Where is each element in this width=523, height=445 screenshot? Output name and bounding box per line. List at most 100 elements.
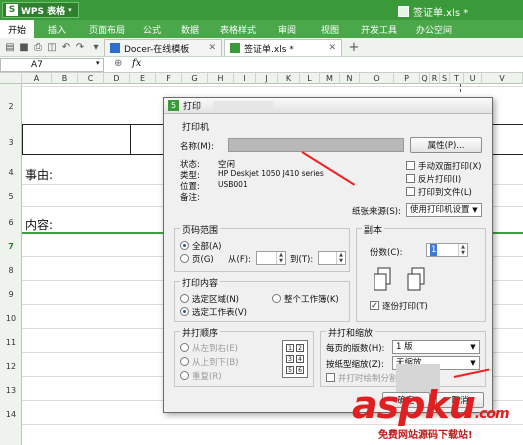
print-icon[interactable]: ⎙ xyxy=(32,41,44,53)
tab-docer[interactable]: Docer-在线模板 ✕ xyxy=(104,39,222,56)
column-header[interactable]: F xyxy=(156,73,182,84)
page-to-label: 到(T): xyxy=(290,255,314,265)
column-header[interactable]: U xyxy=(464,73,482,84)
close-icon[interactable]: ✕ xyxy=(328,43,336,53)
print-to-file-checkbox[interactable] xyxy=(406,187,415,196)
column-header[interactable]: Q xyxy=(420,73,430,84)
print-workbook-radio[interactable] xyxy=(272,294,281,303)
pages-per-sheet-select[interactable]: 1 版 ▼ xyxy=(392,340,480,354)
menu-start[interactable]: 开始 xyxy=(0,20,34,38)
row-header-selected[interactable]: 7 xyxy=(0,242,22,251)
page-from-label: 从(F): xyxy=(228,255,251,265)
save-icon[interactable]: ■ xyxy=(18,41,30,53)
row-header[interactable]: 12 xyxy=(0,362,22,371)
window-title: 签证单.xls * xyxy=(398,4,468,19)
row-header[interactable]: 4 xyxy=(0,168,22,177)
menu-developer[interactable]: 开发工具 xyxy=(352,20,406,38)
column-header[interactable]: A xyxy=(22,73,52,84)
redo-icon[interactable]: ↷ xyxy=(74,41,86,53)
order-preview-cell: 3 xyxy=(286,355,294,363)
fx-icon[interactable]: fx xyxy=(132,58,141,69)
print-selection-radio[interactable] xyxy=(180,294,189,303)
order-left-to-right-radio[interactable] xyxy=(180,343,189,352)
order-top-to-bottom-radio[interactable] xyxy=(180,357,189,366)
app-menu-button[interactable]: S WPS 表格 ▾ xyxy=(2,2,79,18)
order-repeat-radio[interactable] xyxy=(180,371,189,380)
printer-properties-button[interactable]: 属性(P)... xyxy=(410,137,482,153)
row-header[interactable]: 8 xyxy=(0,266,22,275)
manual-duplex-checkbox[interactable] xyxy=(406,161,415,170)
scale-to-paper-label: 按纸型缩放(Z): xyxy=(326,360,384,370)
column-header[interactable]: S xyxy=(440,73,450,84)
row-header[interactable]: 2 xyxy=(0,102,22,111)
row-header[interactable]: 10 xyxy=(0,314,22,323)
chevron-down-icon: ▼ xyxy=(470,343,476,351)
column-header[interactable]: G xyxy=(182,73,208,84)
column-header[interactable]: L xyxy=(300,73,320,84)
printer-name-select[interactable] xyxy=(228,138,404,152)
row-header[interactable]: 5 xyxy=(0,192,22,201)
column-header[interactable]: M xyxy=(320,73,340,84)
chevron-down-icon: ▼ xyxy=(472,206,478,214)
row-header[interactable]: 11 xyxy=(0,338,22,347)
open-folder-icon[interactable]: ▤ xyxy=(4,41,16,53)
column-header[interactable]: N xyxy=(340,73,360,84)
spin-arrows-icon[interactable]: ▲ ▼ xyxy=(336,252,345,264)
draw-separator-checkbox[interactable] xyxy=(326,373,335,382)
column-header[interactable]: V xyxy=(482,73,523,84)
zoom-icon[interactable]: ⊕ xyxy=(114,58,122,69)
menu-insert[interactable]: 插入 xyxy=(34,20,80,38)
column-header[interactable]: J xyxy=(256,73,278,84)
row-header[interactable]: 6 xyxy=(0,218,22,227)
page-to-input[interactable]: ▲ ▼ xyxy=(318,251,346,265)
spin-arrows-icon[interactable]: ▲ ▼ xyxy=(276,252,285,264)
name-box[interactable]: A7 xyxy=(0,58,104,72)
menu-view[interactable]: 视图 xyxy=(308,20,352,38)
column-header[interactable]: C xyxy=(78,73,104,84)
row-header[interactable]: 13 xyxy=(0,386,22,395)
copies-count-input[interactable]: 1 ▲ ▼ xyxy=(426,243,468,257)
collate-checkbox[interactable]: ✓ xyxy=(370,301,379,310)
order-repeat-label: 重复(R) xyxy=(192,372,222,382)
close-icon[interactable]: ✕ xyxy=(208,43,216,53)
order-preview-cell: 6 xyxy=(296,366,304,374)
column-header[interactable]: E xyxy=(130,73,156,84)
column-header[interactable]: R xyxy=(430,73,440,84)
row-header[interactable]: 9 xyxy=(0,290,22,299)
chevron-down-icon: ▼ xyxy=(470,359,476,367)
print-active-sheet-radio[interactable] xyxy=(180,307,189,316)
quick-access-dropdown-icon[interactable]: ▾ xyxy=(90,41,102,53)
column-header[interactable]: P xyxy=(394,73,420,84)
page-from-input[interactable]: ▲ ▼ xyxy=(256,251,286,265)
location-value: USB001 xyxy=(218,180,248,189)
column-header[interactable]: I xyxy=(234,73,256,84)
column-header[interactable]: B xyxy=(52,73,78,84)
print-preview-icon[interactable]: ◫ xyxy=(46,41,58,53)
menu-page-layout[interactable]: 页面布局 xyxy=(80,20,134,38)
column-headers: A B C D E F G H I J K L M N O P Q R S T … xyxy=(0,73,523,84)
menu-review[interactable]: 审阅 xyxy=(266,20,308,38)
menu-data[interactable]: 数据 xyxy=(170,20,210,38)
column-header[interactable]: T xyxy=(450,73,464,84)
order-preview-cell: 5 xyxy=(286,366,294,374)
menu-office-space[interactable]: 办公空间 xyxy=(406,20,462,38)
column-header[interactable]: K xyxy=(278,73,300,84)
tab-visa-sheet[interactable]: 签证单.xls * ✕ xyxy=(224,39,342,56)
docer-icon xyxy=(110,43,120,53)
menu-formula[interactable]: 公式 xyxy=(134,20,170,38)
undo-icon[interactable]: ↶ xyxy=(60,41,72,53)
column-header[interactable]: H xyxy=(208,73,234,84)
name-box-dropdown-icon[interactable]: ▾ xyxy=(96,59,100,67)
new-tab-icon[interactable]: + xyxy=(348,40,360,55)
spin-arrows-icon[interactable]: ▲ ▼ xyxy=(458,244,467,256)
menu-table-style[interactable]: 表格样式 xyxy=(210,20,266,38)
column-header[interactable]: O xyxy=(360,73,394,84)
row-header[interactable]: 14 xyxy=(0,410,22,419)
select-all-corner[interactable] xyxy=(0,73,22,84)
row-header[interactable]: 3 xyxy=(0,138,22,147)
column-header[interactable]: D xyxy=(104,73,130,84)
paper-source-select[interactable]: 使用打印机设置 ▼ xyxy=(406,203,482,217)
page-range-pages-radio[interactable] xyxy=(180,254,189,263)
reverse-print-checkbox[interactable] xyxy=(406,174,415,183)
page-range-all-radio[interactable] xyxy=(180,241,189,250)
